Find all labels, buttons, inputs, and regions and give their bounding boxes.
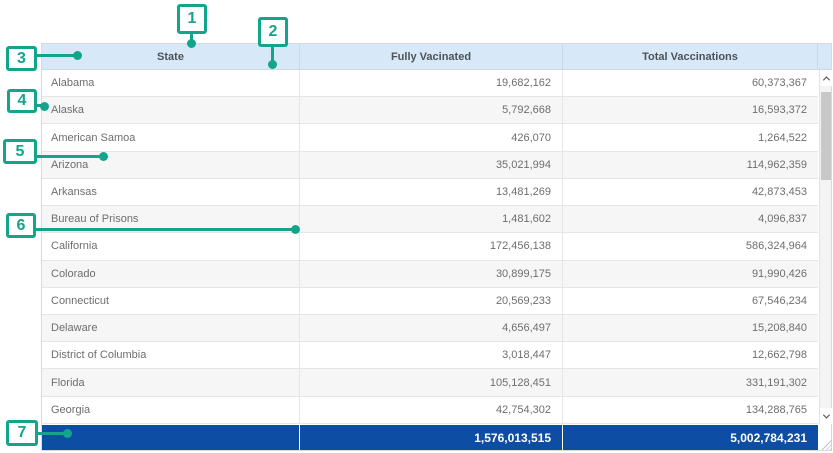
column-header-total-vaccinations[interactable]: Total Vaccinations [563, 44, 818, 69]
callout-1: 1 [177, 4, 207, 34]
cell-fully-vacinated: 426,070 [300, 124, 563, 151]
cell-fully-vacinated: 1,481,602 [300, 206, 563, 233]
chevron-down-icon [822, 411, 829, 418]
scroll-up-button[interactable] [820, 70, 832, 86]
table-row: Georgia 42,754,302 134,288,765 [42, 397, 818, 424]
cell-fully-vacinated: 19,682,162 [300, 70, 563, 97]
cell-state: Connecticut [42, 288, 300, 315]
table-row: Florida 105,128,451 331,191,302 [42, 369, 818, 396]
callout-3-dot [73, 51, 82, 60]
callout-3-stem [36, 54, 77, 57]
callout-2: 2 [258, 17, 288, 47]
column-header-filler [818, 44, 831, 69]
callout-6-stem [35, 228, 293, 231]
vertical-scrollbar[interactable] [819, 70, 831, 424]
table-row: Delaware 4,656,497 15,208,840 [42, 315, 818, 342]
cell-state: California [42, 233, 300, 260]
cell-total-vaccinations: 15,208,840 [563, 315, 818, 342]
cell-state: Colorado [42, 261, 300, 288]
summary-cell-total-vaccinations: 5,002,784,231 [563, 425, 818, 450]
cell-state: Alabama [42, 70, 300, 97]
callout-7: 7 [6, 420, 38, 446]
cell-total-vaccinations: 114,962,359 [563, 152, 818, 179]
table-widget-screenshot: State Fully Vacinated Total Vaccinations… [0, 0, 833, 453]
table-row: Alabama 19,682,162 60,373,367 [42, 70, 818, 97]
summary-cell-fully-vacinated: 1,576,013,515 [300, 425, 562, 450]
callout-3: 3 [6, 46, 37, 71]
cell-fully-vacinated: 4,656,497 [300, 315, 563, 342]
table-row: Alaska 5,792,668 16,593,372 [42, 97, 818, 124]
scrollbar-thumb[interactable] [821, 92, 831, 180]
table-row: Arkansas 13,481,269 42,873,453 [42, 179, 818, 206]
callout-5-dot [99, 152, 108, 161]
cell-total-vaccinations: 42,873,453 [563, 179, 818, 206]
cell-total-vaccinations: 4,096,837 [563, 206, 818, 233]
cell-state: Florida [42, 369, 300, 396]
table-row: District of Columbia 3,018,447 12,662,79… [42, 342, 818, 369]
table-header-row: State Fully Vacinated Total Vaccinations [42, 44, 831, 70]
callout-2-dot [268, 60, 277, 69]
cell-total-vaccinations: 12,662,798 [563, 342, 818, 369]
callout-4-dot [40, 102, 49, 111]
cell-total-vaccinations: 1,264,522 [563, 124, 818, 151]
cell-total-vaccinations: 67,546,234 [563, 288, 818, 315]
callout-6-dot [291, 225, 300, 234]
cell-state: Alaska [42, 97, 300, 124]
cell-fully-vacinated: 35,021,994 [300, 152, 563, 179]
cell-total-vaccinations: 60,373,367 [563, 70, 818, 97]
callout-4: 4 [7, 89, 37, 113]
cell-state: District of Columbia [42, 342, 300, 369]
callout-7-dot [63, 429, 72, 438]
table-row: Arizona 35,021,994 114,962,359 [42, 152, 818, 179]
summary-row: 1,576,013,515 5,002,784,231 [42, 425, 818, 450]
cell-total-vaccinations: 16,593,372 [563, 97, 818, 124]
chevron-up-icon [822, 76, 829, 83]
table-row: American Samoa 426,070 1,264,522 [42, 124, 818, 151]
cell-total-vaccinations: 134,288,765 [563, 397, 818, 424]
cell-fully-vacinated: 30,899,175 [300, 261, 563, 288]
callout-7-stem [37, 432, 66, 435]
cell-fully-vacinated: 3,018,447 [300, 342, 563, 369]
callout-5-stem [36, 155, 101, 158]
cell-fully-vacinated: 172,456,138 [300, 233, 563, 260]
cell-fully-vacinated: 13,481,269 [300, 179, 563, 206]
table-body: Alabama 19,682,162 60,373,367 Alaska 5,7… [42, 70, 818, 424]
cell-total-vaccinations: 91,990,426 [563, 261, 818, 288]
cell-fully-vacinated: 20,569,233 [300, 288, 563, 315]
cell-state: Arkansas [42, 179, 300, 206]
cell-fully-vacinated: 105,128,451 [300, 369, 563, 396]
cell-fully-vacinated: 5,792,668 [300, 97, 563, 124]
cell-fully-vacinated: 42,754,302 [300, 397, 563, 424]
column-header-fully-vacinated[interactable]: Fully Vacinated [300, 44, 563, 69]
scroll-down-button[interactable] [820, 408, 832, 424]
callout-6: 6 [6, 213, 36, 238]
cell-state: Georgia [42, 397, 300, 424]
callout-5: 5 [3, 139, 37, 164]
callout-1-dot [187, 39, 196, 48]
cell-total-vaccinations: 331,191,302 [563, 369, 818, 396]
cell-total-vaccinations: 586,324,964 [563, 233, 818, 260]
table-row: Connecticut 20,569,233 67,546,234 [42, 288, 818, 315]
cell-state: Delaware [42, 315, 300, 342]
table-row: California 172,456,138 586,324,964 [42, 233, 818, 260]
summary-cell-state [42, 425, 299, 450]
table-row: Colorado 30,899,175 91,990,426 [42, 261, 818, 288]
cell-state: American Samoa [42, 124, 300, 151]
